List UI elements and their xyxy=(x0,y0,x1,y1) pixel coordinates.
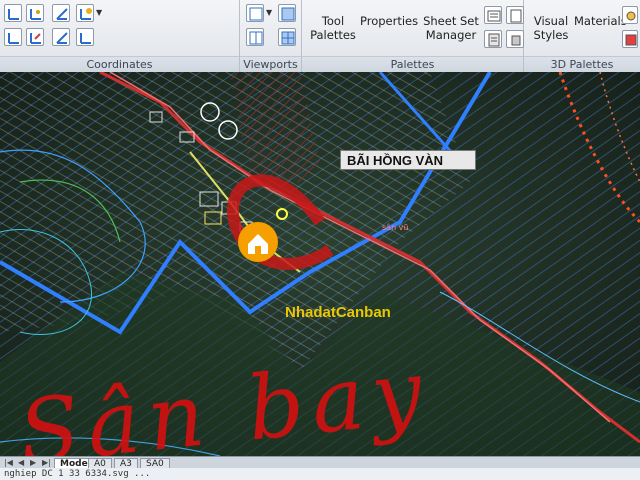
markup-set-button[interactable] xyxy=(506,6,524,24)
ucs-view-button[interactable] xyxy=(76,28,94,46)
chevron-down-icon[interactable]: ▼ xyxy=(266,8,272,17)
next-tab-icon[interactable]: ▶ xyxy=(30,458,36,467)
coordinates-panel: ▼ Coordinates xyxy=(0,0,240,72)
status-bar: nghiep DC 1 33 6334.svg ... xyxy=(0,468,640,480)
viewport-four-button[interactable] xyxy=(278,28,296,46)
chevron-down-icon[interactable]: ▼ xyxy=(96,8,102,17)
drawing-canvas[interactable]: BÃI HỒNG VÀN NhadatCanban Sân bay sân vũ xyxy=(0,72,640,456)
dbconnect-button[interactable] xyxy=(506,30,524,48)
viewports-panel-title[interactable]: Viewports xyxy=(240,56,301,72)
prev-tab-icon[interactable]: ◀ xyxy=(18,458,24,467)
quickcalc-button[interactable] xyxy=(484,30,502,48)
palettes-panel: Tool Palettes Properties Sheet Set Manag… xyxy=(302,0,524,72)
ucs-3point-button[interactable] xyxy=(52,28,70,46)
ucs-face-button[interactable] xyxy=(52,4,70,22)
properties-label: Properties xyxy=(360,14,419,28)
tool-palettes-label: Tool Palettes xyxy=(310,14,356,42)
ribbon: ▼ Coordinates ▼ Viewports Tool Palettes … xyxy=(0,0,640,72)
ucs-named-button[interactable] xyxy=(76,4,94,22)
first-tab-icon[interactable]: |◀ xyxy=(4,458,13,467)
palettes-panel-title[interactable]: Palettes xyxy=(302,56,523,72)
materials-button[interactable]: Materials xyxy=(574,0,627,56)
ucs-origin-button[interactable] xyxy=(4,28,22,46)
viewport-single-button[interactable] xyxy=(278,4,296,22)
materials-label: Materials xyxy=(574,14,627,28)
sheet-set-manager-label: Sheet Set Manager xyxy=(423,14,479,42)
viewport-join-button[interactable] xyxy=(246,28,264,46)
viewport-config-button[interactable] xyxy=(246,4,264,22)
render-button[interactable] xyxy=(622,30,638,48)
place-name-label: BÃI HỒNG VÀN xyxy=(340,150,476,170)
watermark-text: NhadatCanban xyxy=(285,304,391,321)
last-tab-icon[interactable]: ▶| xyxy=(42,458,51,467)
viewports-panel: ▼ Viewports xyxy=(240,0,302,72)
sheet-set-manager-button[interactable]: Sheet Set Manager xyxy=(420,0,482,56)
properties-button[interactable]: Properties xyxy=(360,0,418,56)
lights-button[interactable] xyxy=(622,6,638,24)
visual-styles-button[interactable]: Visual Styles xyxy=(528,0,574,56)
ucs-world-button[interactable] xyxy=(4,4,22,22)
ucs-previous-button[interactable] xyxy=(26,4,44,22)
3d-palettes-panel-title[interactable]: 3D Palettes xyxy=(524,56,640,72)
coordinates-panel-title[interactable]: Coordinates xyxy=(0,56,239,72)
ucs-zaxis-button[interactable] xyxy=(26,28,44,46)
tool-palettes-button[interactable]: Tool Palettes xyxy=(306,0,360,56)
small-map-label: sân vũ xyxy=(382,223,409,232)
design-center-button[interactable] xyxy=(484,6,502,24)
layout-tab-bar: |◀ ◀ ▶ ▶| Model A0 A3 SA0 xyxy=(0,456,640,469)
3d-palettes-panel: Visual Styles Materials 3D Palettes xyxy=(524,0,640,72)
visual-styles-label: Visual Styles xyxy=(533,14,569,42)
